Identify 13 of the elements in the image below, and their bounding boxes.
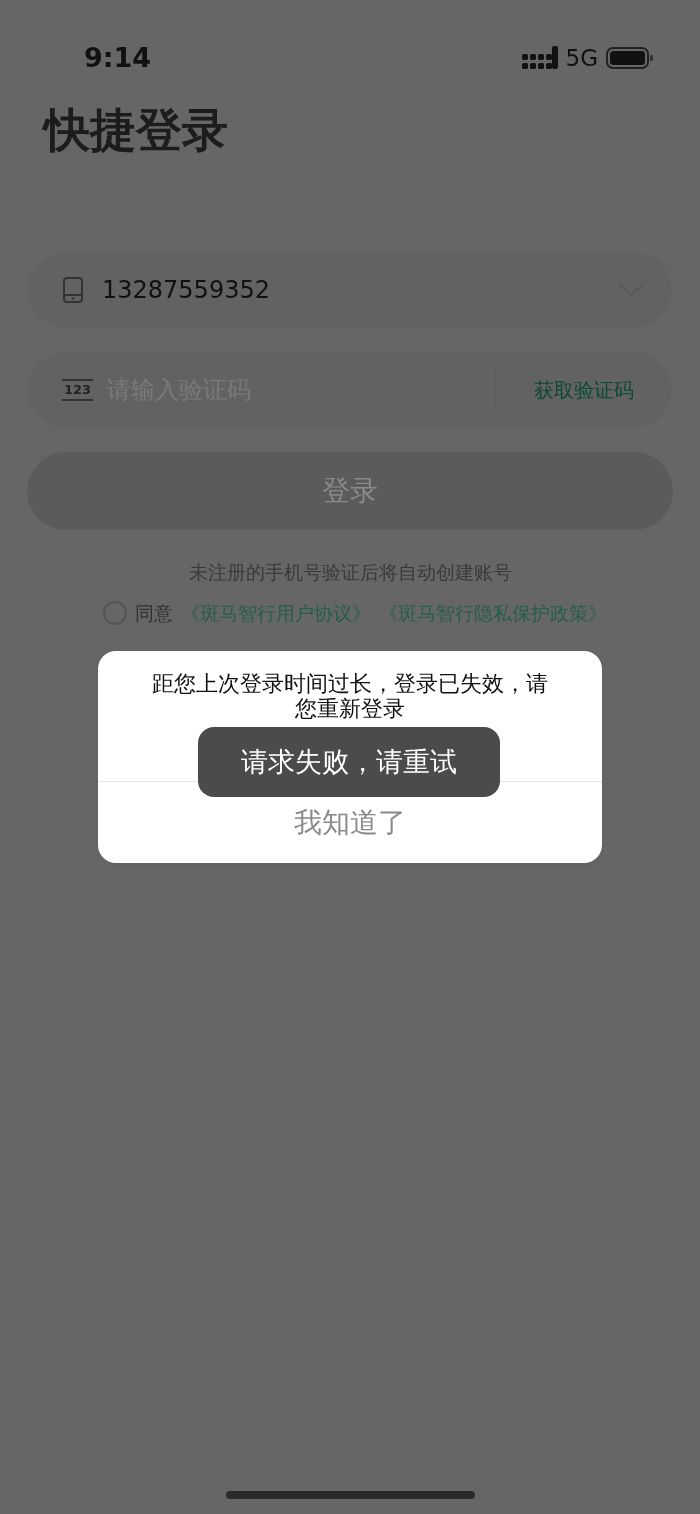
phone-icon: [62, 276, 84, 304]
network-label: 5G: [565, 43, 598, 73]
phone-number-input[interactable]: 13287559352: [102, 272, 618, 308]
battery-icon: [606, 46, 654, 70]
request-failed-toast: 请求失败，请重试: [198, 727, 500, 797]
policy-link[interactable]: 《斑马智行用户协议》: [181, 598, 371, 627]
policy-link[interactable]: 《斑马智行隐私保护政策》: [379, 598, 607, 627]
signal-icon: [521, 46, 558, 70]
status-time: 9:14: [84, 40, 152, 75]
page-title: 快捷登录: [41, 102, 229, 159]
get-code-button[interactable]: 获取验证码: [534, 375, 644, 405]
dialog-message: 距您上次登录时间过长，登录已失效，请您重新登录: [151, 671, 549, 721]
phone-field[interactable]: 13287559352: [28, 252, 672, 328]
